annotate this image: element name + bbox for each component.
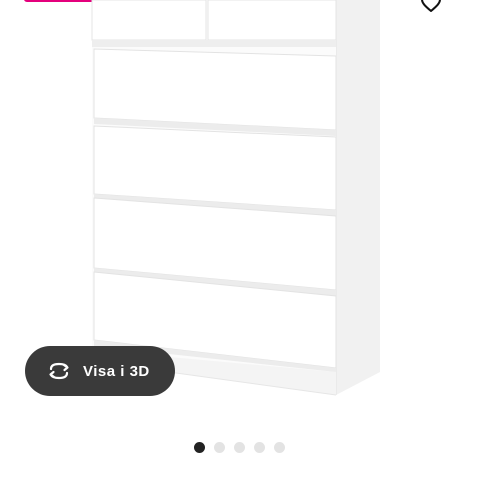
product-gallery: Visa i 3D <box>0 0 480 480</box>
product-image-dresser[interactable] <box>80 0 380 400</box>
view-in-3d-button[interactable]: Visa i 3D <box>25 346 175 396</box>
favorite-button[interactable] <box>416 0 446 14</box>
carousel-dot-4[interactable] <box>254 442 265 453</box>
rotate-3d-icon <box>45 360 73 382</box>
carousel-dot-5[interactable] <box>274 442 285 453</box>
view-in-3d-label: Visa i 3D <box>83 362 150 380</box>
heart-icon <box>421 0 441 12</box>
carousel-dot-2[interactable] <box>214 442 225 453</box>
carousel-dot-1[interactable] <box>194 442 205 453</box>
carousel-pagination <box>194 442 285 453</box>
carousel-dot-3[interactable] <box>234 442 245 453</box>
